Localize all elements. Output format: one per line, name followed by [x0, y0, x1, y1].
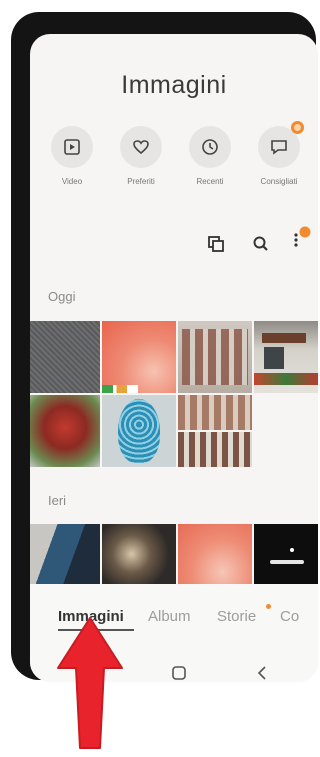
clock-icon [202, 139, 218, 155]
phone-frame: Immagini Video Preferiti Recenti Consigl… [11, 12, 318, 682]
quick-action-label: Recenti [196, 177, 224, 186]
quick-action-label: Preferiti [127, 177, 155, 186]
photo-thumbnail[interactable] [30, 524, 100, 584]
photo-thumbnail[interactable] [102, 321, 176, 393]
tab-condivise[interactable]: Co [280, 608, 299, 625]
tab-badge-dot [266, 604, 271, 609]
photo-thumbnail[interactable] [102, 395, 176, 467]
quick-action-label: Video [61, 177, 83, 186]
home-button-icon[interactable] [170, 664, 188, 682]
more-menu-icon[interactable] [290, 226, 312, 250]
photo-thumbnail[interactable] [30, 395, 100, 467]
photo-thumbnail[interactable] [178, 321, 252, 393]
quick-action-video[interactable]: Video [47, 126, 97, 186]
quick-action-suggested[interactable]: Consigliati [254, 121, 304, 186]
section-header-yesterday: Ieri [48, 493, 67, 508]
quick-action-recent[interactable]: Recenti [185, 126, 235, 186]
photo-thumbnail[interactable] [254, 321, 318, 393]
photo-grid-today [30, 321, 318, 467]
tab-storie[interactable]: Storie [217, 608, 256, 625]
tab-album[interactable]: Album [148, 608, 191, 625]
search-icon[interactable] [251, 234, 271, 254]
photo-thumbnail[interactable] [102, 524, 176, 584]
video-icon [64, 139, 80, 155]
gallery-screen: Immagini Video Preferiti Recenti Consigl… [30, 34, 318, 682]
photo-grid-yesterday [30, 524, 318, 584]
photo-thumbnail[interactable] [178, 432, 252, 467]
photo-thumbnail[interactable] [102, 385, 138, 393]
photo-thumbnail[interactable] [30, 321, 100, 393]
notification-badge [291, 121, 304, 134]
select-copy-icon[interactable] [206, 234, 226, 254]
heart-icon [133, 140, 149, 155]
back-button-icon[interactable] [254, 664, 272, 682]
photo-thumbnail[interactable] [254, 524, 318, 584]
photo-thumbnail[interactable] [178, 524, 252, 584]
quick-action-favorites[interactable]: Preferiti [116, 126, 166, 186]
annotation-arrow-icon [57, 617, 123, 749]
suggestions-icon [271, 140, 287, 155]
photo-thumbnail[interactable] [178, 395, 252, 430]
page-title: Immagini [121, 71, 227, 99]
section-header-today: Oggi [48, 289, 76, 304]
quick-action-label: Consigliati [260, 177, 298, 186]
